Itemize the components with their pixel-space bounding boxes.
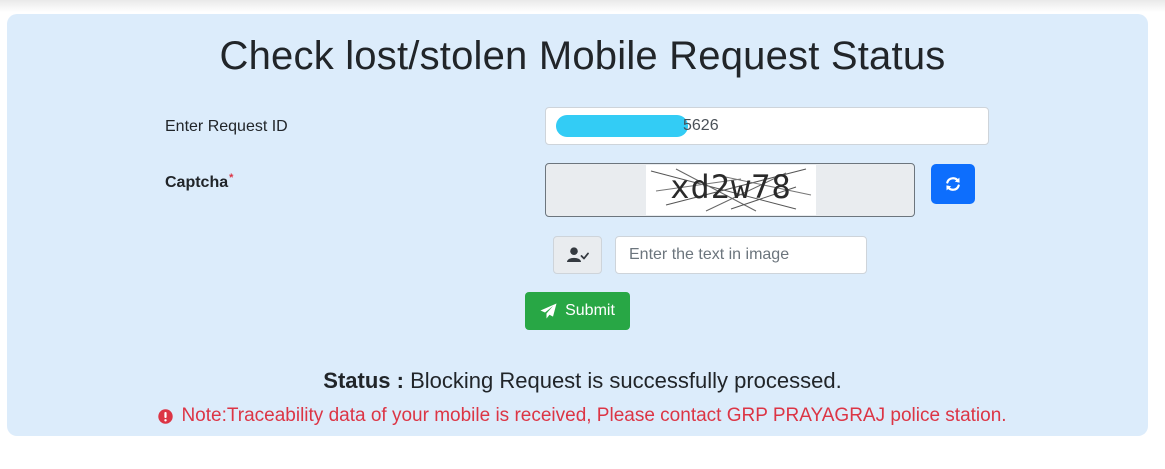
request-id-value: 5626 [683,117,719,134]
captcha-text: xd2w78 [670,168,792,206]
status-message: Blocking Request is successfully process… [410,368,842,393]
request-id-label: Enter Request ID [165,118,288,135]
captcha-label: Captcha* [165,172,234,192]
captcha-text-input[interactable] [615,236,867,274]
captcha-image-box: xd2w78 [545,163,915,217]
refresh-icon [944,175,962,193]
captcha-image: xd2w78 [646,165,816,215]
request-id-input[interactable]: 5626 [545,107,989,145]
note-text: Note:Traceability data of your mobile is… [181,405,1007,426]
captcha-refresh-button[interactable] [931,164,975,204]
status-label: Status : [323,368,404,393]
redaction-mark [556,115,688,137]
required-asterisk: * [229,172,234,184]
exclamation-circle-icon [158,408,174,424]
captcha-input-addon [553,236,602,274]
status-line: Status : Blocking Request is successfull… [0,368,1165,394]
user-check-icon [566,247,589,263]
paper-plane-icon [540,303,557,319]
captcha-label-text: Captcha [165,174,229,191]
traceability-note: Note:Traceability data of your mobile is… [0,405,1165,427]
submit-label: Submit [565,302,615,319]
page-title: Check lost/stolen Mobile Request Status [219,34,946,78]
submit-button[interactable]: Submit [525,292,630,330]
top-shadow [0,0,1165,12]
